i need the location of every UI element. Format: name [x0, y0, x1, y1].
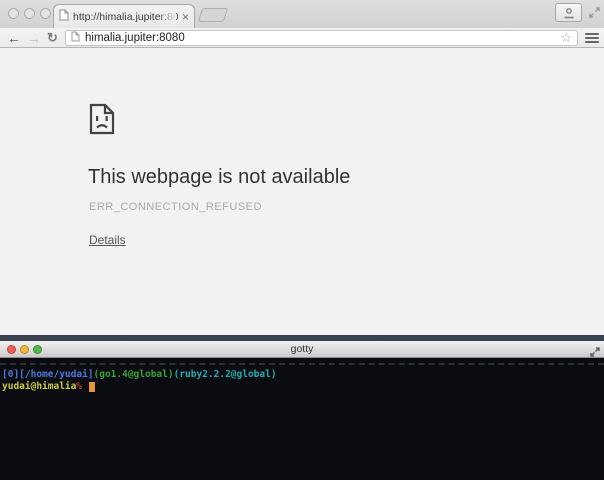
terminal-title: gotty	[290, 343, 314, 355]
prompt-user-host: yudai@himalia	[2, 381, 77, 392]
browser-tab[interactable]: http://himalia.jupiter:808 ×	[53, 4, 195, 28]
terminal-window-controls	[7, 345, 42, 354]
close-window-button[interactable]	[8, 8, 19, 19]
terminal-minimize-button[interactable]	[20, 345, 29, 354]
minimize-window-button[interactable]	[24, 8, 35, 19]
fullscreen-arrows-icon	[588, 6, 600, 18]
profile-button[interactable]	[555, 3, 582, 22]
prompt-line-1: [0][/home/yudai](go1.4@global)(ruby2.2.2…	[0, 369, 604, 381]
prompt-line-2: yudai@himalia%	[0, 381, 604, 393]
window-controls	[8, 8, 51, 19]
terminal-window: gotty [0][/home/yudai](go1.4@global)(rub…	[0, 341, 604, 480]
tab-close-icon[interactable]: ×	[182, 11, 189, 23]
person-icon	[564, 7, 573, 18]
terminal-cursor	[88, 382, 95, 392]
url-text[interactable]: himalia.jupiter:8080	[85, 32, 560, 44]
error-page: This webpage is not available ERR_CONNEC…	[0, 48, 604, 335]
back-button[interactable]: ←	[7, 29, 21, 47]
browser-tab-strip: http://himalia.jupiter:808 ×	[0, 0, 604, 28]
bookmark-star-icon[interactable]: ☆	[560, 31, 572, 44]
terminal-titlebar[interactable]: gotty	[0, 341, 604, 358]
terminal-dashed-separator	[0, 363, 604, 365]
prompt-ruby-version: (ruby2.2.2@global)	[173, 369, 277, 380]
terminal-close-button[interactable]	[7, 345, 16, 354]
page-favicon-icon	[59, 8, 69, 26]
url-page-icon	[71, 29, 80, 47]
error-title: This webpage is not available	[88, 166, 351, 188]
terminal-zoom-button[interactable]	[33, 345, 42, 354]
prompt-go-version: (go1.4@global)	[93, 369, 174, 380]
terminal-screen[interactable]: [0][/home/yudai](go1.4@global)(ruby2.2.2…	[0, 358, 604, 480]
reload-button[interactable]: ↻	[47, 28, 58, 47]
forward-button[interactable]: →	[27, 29, 41, 47]
chrome-menu-button[interactable]	[584, 32, 600, 44]
address-bar[interactable]: himalia.jupiter:8080 ☆	[65, 29, 578, 47]
new-tab-button[interactable]	[197, 8, 229, 22]
error-code: ERR_CONNECTION_REFUSED	[89, 201, 262, 213]
screen: http://himalia.jupiter:808 × ← → ↻ himal…	[0, 0, 604, 480]
fullscreen-button[interactable]	[587, 5, 601, 19]
zoom-window-button[interactable]	[40, 8, 51, 19]
menu-bar-line	[585, 33, 599, 35]
menu-bar-line	[585, 41, 599, 43]
prompt-exit-path: [0][/home/yudai]	[2, 369, 94, 380]
browser-window: http://himalia.jupiter:808 × ← → ↻ himal…	[0, 0, 604, 335]
browser-toolbar: ← → ↻ himalia.jupiter:8080 ☆	[0, 28, 604, 48]
tab-title-fade	[158, 10, 176, 26]
details-link[interactable]: Details	[89, 233, 126, 247]
sad-page-icon	[89, 103, 115, 140]
menu-bar-line	[585, 37, 599, 39]
